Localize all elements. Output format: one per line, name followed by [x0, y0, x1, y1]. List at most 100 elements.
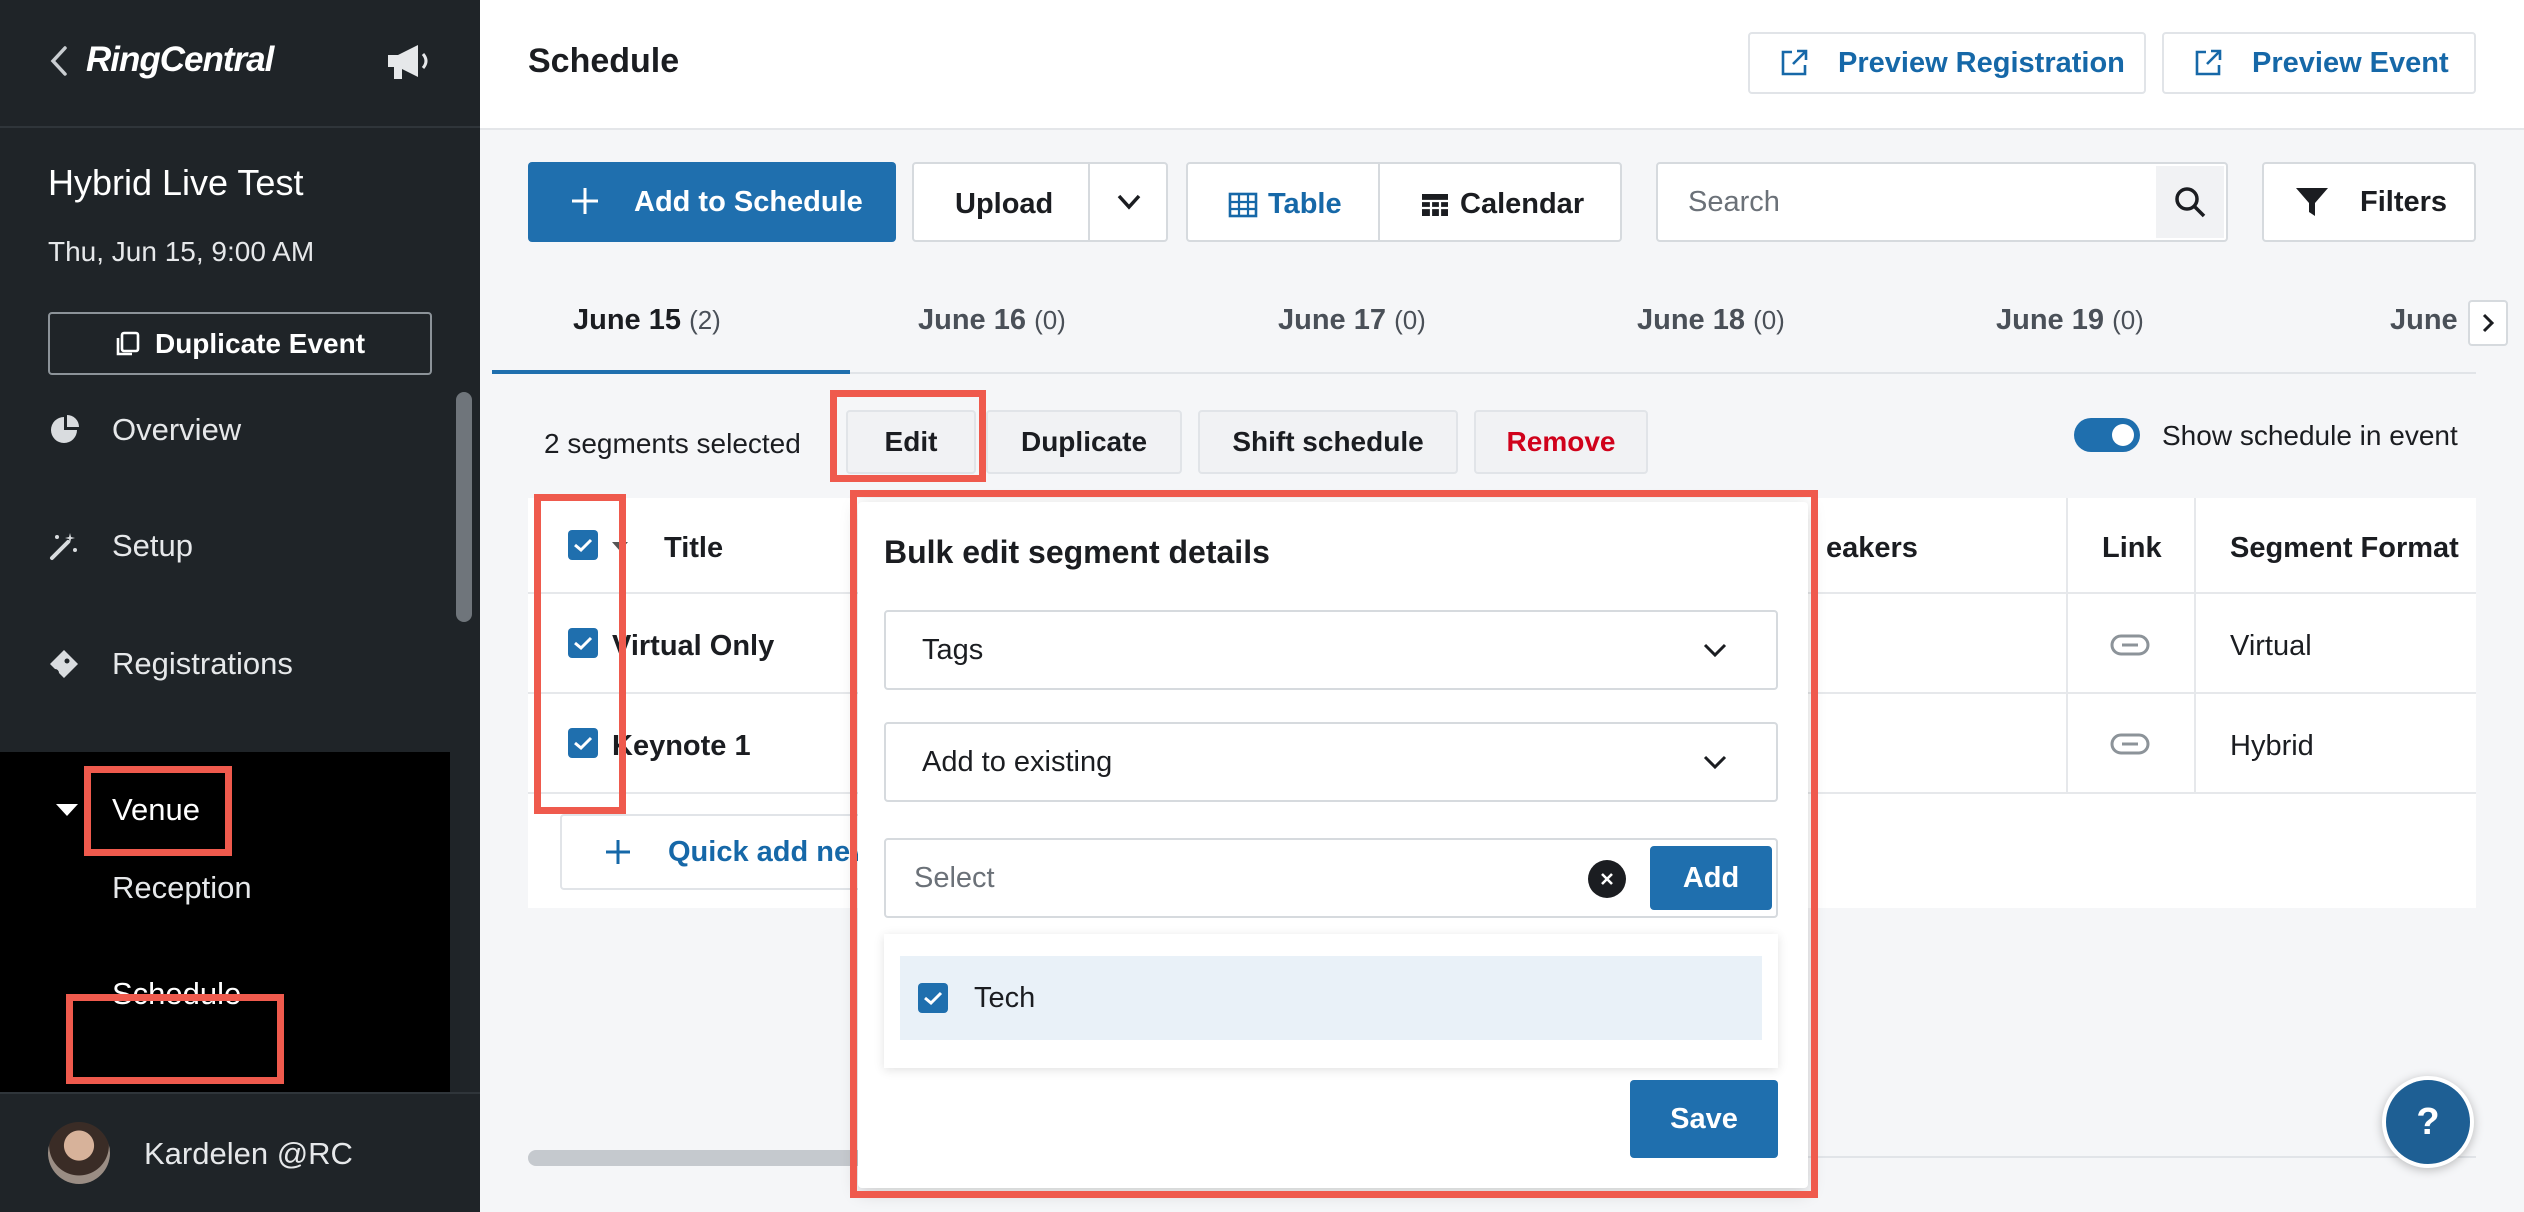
plus-icon: [572, 188, 598, 214]
pie-chart-icon: [51, 415, 79, 443]
sidebar-item-label: Overview: [112, 412, 242, 447]
selection-count: 2 segments selected: [544, 428, 801, 459]
tag-option-label: Tech: [974, 981, 1036, 1014]
tab-june-18[interactable]: June 18 (0): [1637, 304, 1785, 337]
tab-june-15[interactable]: June 15 (2): [573, 304, 721, 337]
upload-button[interactable]: Upload: [955, 188, 1053, 221]
megaphone-icon[interactable]: [384, 40, 434, 84]
column-header-speakers[interactable]: eakers: [1826, 532, 1918, 565]
column-header-segment-format[interactable]: Segment Format: [2230, 532, 2459, 565]
field-select[interactable]: Tags: [884, 610, 1778, 690]
preview-registration-button[interactable]: Preview Registration: [1748, 32, 2146, 94]
close-icon: [1601, 873, 1613, 885]
sort-caret-icon[interactable]: [612, 542, 628, 551]
tab-june-16[interactable]: June 16 (0): [918, 304, 1066, 337]
tab-count: (0): [1753, 305, 1785, 335]
column-header-link[interactable]: Link: [2102, 532, 2162, 565]
remove-button[interactable]: Remove: [1474, 410, 1648, 474]
external-link-icon: [1781, 49, 1808, 76]
add-tag-button[interactable]: Add: [1650, 846, 1772, 910]
add-to-schedule-button[interactable]: Add to Schedule: [528, 162, 896, 242]
table-icon: [1228, 192, 1258, 217]
tab-label: June 18: [1637, 304, 1745, 336]
divider: [1378, 162, 1380, 242]
brand-logo: RingCentral: [86, 40, 274, 79]
search-button[interactable]: [2156, 166, 2224, 238]
shift-schedule-button[interactable]: Shift schedule: [1198, 410, 1458, 474]
edit-button[interactable]: Edit: [846, 410, 976, 474]
tag-option[interactable]: Tech: [900, 956, 1762, 1040]
tab-june-17[interactable]: June 17 (0): [1278, 304, 1426, 337]
tag-select-input[interactable]: [914, 856, 1434, 900]
sidebar-item-registrations[interactable]: Registrations: [0, 614, 450, 714]
sidebar-item-setup[interactable]: Setup: [0, 496, 450, 596]
sidebar-item-label: Registrations: [112, 646, 293, 681]
search-icon: [2175, 187, 2206, 218]
row-checkbox[interactable]: [568, 628, 598, 658]
sidebar-scrollbar[interactable]: [456, 392, 472, 622]
column-header-title[interactable]: Title: [664, 532, 723, 565]
active-tab-indicator: [492, 370, 850, 374]
tab-june-next[interactable]: June: [2390, 304, 2458, 337]
avatar[interactable]: [48, 1122, 110, 1184]
duplicate-event-label: Duplicate Event: [154, 327, 366, 359]
help-button[interactable]: ?: [2382, 1076, 2474, 1168]
user-name[interactable]: Kardelen @RC: [144, 1136, 353, 1172]
page-title: Schedule: [528, 42, 680, 80]
show-schedule-toggle[interactable]: [2074, 418, 2140, 452]
row-segment-format: Virtual: [2230, 630, 2312, 662]
magic-wand-icon: [50, 533, 77, 560]
view-table-button[interactable]: Table: [1228, 188, 1342, 221]
checkmark-icon: [924, 991, 943, 1006]
save-button[interactable]: Save: [1630, 1080, 1778, 1158]
tab-count: (0): [1394, 305, 1426, 335]
sidebar-item-label: Setup: [112, 528, 194, 563]
preview-event-button[interactable]: Preview Event: [2162, 32, 2476, 94]
checkmark-icon: [574, 636, 593, 651]
link-icon[interactable]: [2110, 634, 2150, 656]
row-checkbox[interactable]: [568, 728, 598, 758]
tab-june-19[interactable]: June 19 (0): [1996, 304, 2144, 337]
view-calendar-label: Calendar: [1460, 188, 1585, 220]
preview-event-label: Preview Event: [2252, 46, 2449, 79]
tab-count: (0): [1034, 305, 1066, 335]
select-all-checkbox[interactable]: [568, 530, 598, 560]
tag-options-list: Tech: [884, 934, 1778, 1068]
back-chevron-icon[interactable]: [48, 44, 70, 78]
chevron-down-icon: [1703, 755, 1727, 770]
tag-option-checkbox[interactable]: [918, 983, 948, 1013]
chevron-right-icon: [2482, 313, 2495, 333]
quick-add-label: Quick add new: [668, 835, 873, 868]
sidebar-item-venue[interactable]: Venue: [112, 792, 200, 828]
venue-section: [0, 752, 450, 1092]
duplicate-button[interactable]: Duplicate: [986, 410, 1182, 474]
sidebar-item-reception[interactable]: Reception: [112, 870, 252, 906]
search-input[interactable]: [1656, 162, 2228, 242]
tab-count: (2): [689, 305, 721, 335]
chevron-down-icon: [1703, 643, 1727, 658]
row-title[interactable]: Virtual Only: [612, 630, 774, 663]
row-title[interactable]: Keynote 1: [612, 730, 751, 763]
filters-button[interactable]: Filters: [2262, 162, 2476, 242]
sidebar-item-overview[interactable]: Overview: [0, 380, 450, 480]
view-calendar-button[interactable]: Calendar: [1420, 188, 1584, 221]
duplicate-event-button[interactable]: Duplicate Event: [48, 312, 432, 375]
clear-icon[interactable]: [1588, 860, 1626, 898]
chevron-down-icon[interactable]: [1114, 190, 1144, 214]
calendar-icon: [1422, 193, 1448, 216]
copy-icon: [116, 331, 140, 355]
link-icon[interactable]: [2110, 733, 2150, 755]
column-divider: [2066, 498, 2068, 794]
event-date: Thu, Jun 15, 9:00 AM: [48, 236, 315, 267]
sidebar-item-schedule[interactable]: Schedule: [112, 976, 241, 1012]
mode-select[interactable]: Add to existing: [884, 722, 1778, 802]
tabs-next-button[interactable]: [2468, 300, 2508, 346]
tab-label: June 15: [573, 304, 681, 336]
checkmark-icon: [574, 538, 593, 553]
caret-down-icon[interactable]: [56, 804, 78, 816]
preview-registration-label: Preview Registration: [1838, 46, 2125, 79]
view-table-label: Table: [1268, 188, 1342, 220]
ticket-icon: [50, 650, 78, 678]
field-select-value: Tags: [922, 633, 984, 666]
event-title: Hybrid Live Test: [48, 162, 304, 203]
